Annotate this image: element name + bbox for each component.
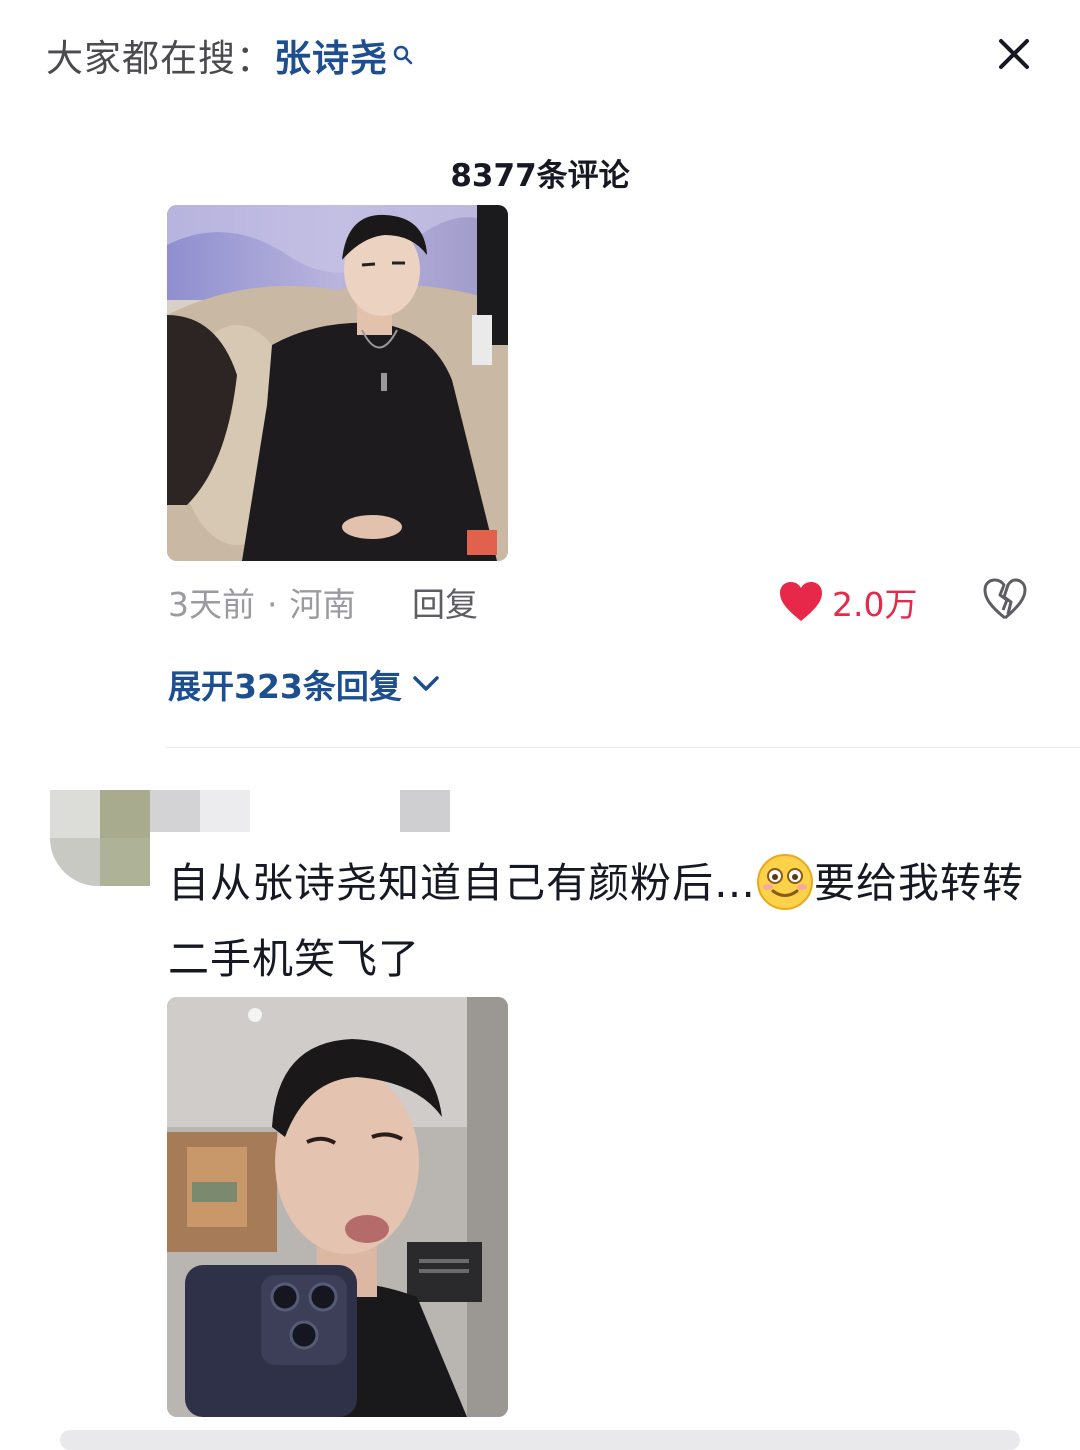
chevron-down-icon [413, 676, 439, 691]
comment-divider [165, 747, 1080, 748]
comment-image[interactable] [167, 997, 508, 1417]
search-suggestion-bar[interactable]: 大家都在搜：张诗尧 [46, 28, 414, 82]
comment-text: 自从张诗尧知道自己有颜粉后… 要给我转转二手机笑飞了 [168, 845, 1048, 997]
comment-meta: 3天前 · 河南 [168, 578, 356, 626]
username-redacted [150, 790, 450, 832]
like-count: 2.0万 [832, 585, 918, 624]
search-icon [392, 32, 414, 75]
expand-replies-button[interactable]: 展开323条回复 [168, 660, 440, 708]
avatar[interactable] [50, 790, 150, 886]
comment-time: 3天前 [168, 585, 255, 624]
comment-image[interactable] [167, 205, 508, 561]
like-button[interactable]: 2.0万 [778, 578, 917, 626]
expand-replies-label: 展开323条回复 [168, 667, 402, 706]
close-icon [999, 39, 1029, 69]
meta-separator: · [267, 585, 278, 624]
broken-heart-icon [983, 578, 1027, 620]
input-bar-edge [60, 1430, 1020, 1450]
comment-location: 河南 [289, 585, 356, 624]
comment-count-title: 8377条评论 [450, 158, 630, 194]
comment-text-part1: 自从张诗尧知道自己有颜粉后… [168, 859, 756, 907]
dislike-button[interactable] [982, 578, 1028, 622]
smile-emoji [756, 853, 814, 911]
reply-button[interactable]: 回复 [412, 578, 478, 626]
heart-icon [780, 582, 822, 621]
search-term-link[interactable]: 张诗尧 [274, 37, 388, 80]
search-prefix: 大家都在搜： [46, 37, 274, 80]
close-button[interactable] [990, 30, 1038, 78]
